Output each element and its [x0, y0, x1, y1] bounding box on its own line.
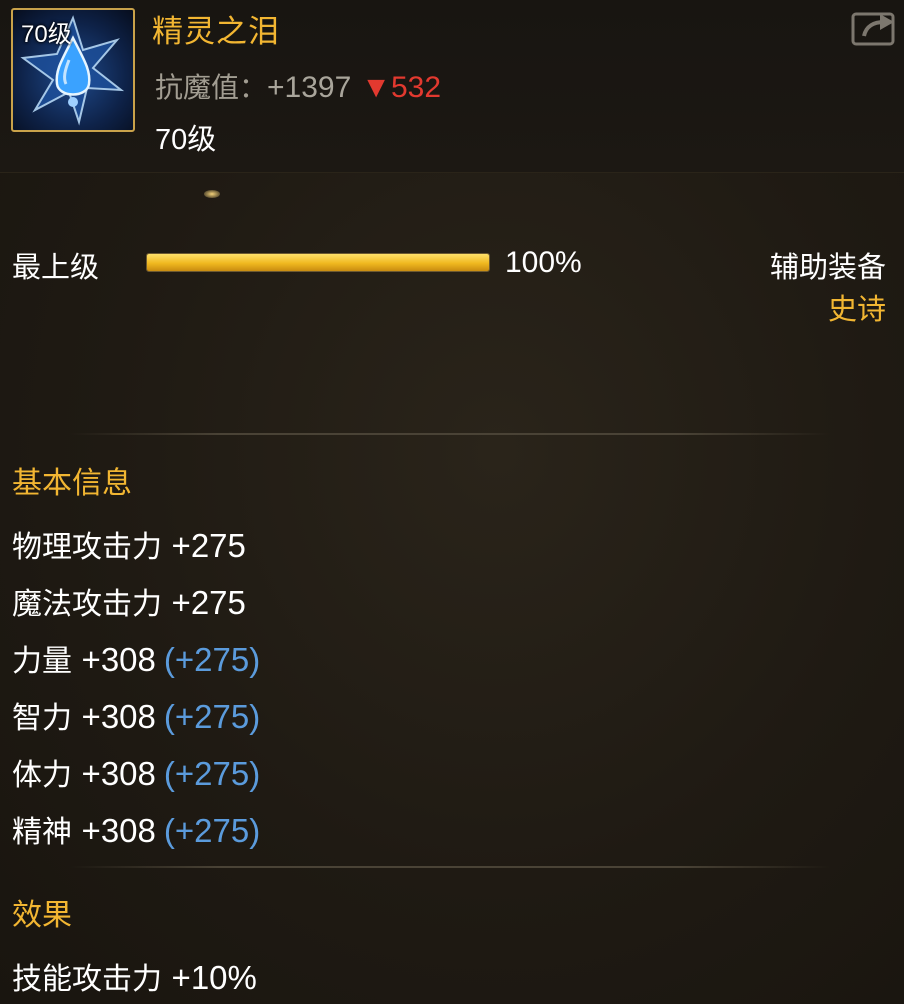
equipment-type: 辅助装备	[769, 250, 886, 284]
attribute-bonus: (+275)	[163, 698, 261, 735]
attribute-value: +308	[81, 641, 156, 678]
grade-label: 最上级	[12, 250, 100, 284]
attribute-row: 力量 +308 (+275)	[12, 636, 260, 680]
attribute-value: +308	[81, 755, 156, 792]
icon-level-badge: 70级	[21, 21, 72, 48]
item-header: 70级 精灵之泪 抗魔值：+1397 ▼532 70级	[0, 0, 904, 173]
attribute-name: 魔法攻击力	[12, 587, 162, 622]
grade-progress-fill	[147, 254, 489, 271]
grade-progress-bar	[146, 253, 490, 272]
grade-progress-percent: 100%	[505, 246, 582, 279]
attribute-name: 精神	[12, 815, 72, 850]
magic-defense-value: +1397	[267, 71, 352, 104]
item-icon-frame[interactable]: 70级	[11, 8, 135, 132]
effect-row: 技能攻击力 +10%	[12, 954, 257, 998]
attribute-bonus: (+275)	[163, 812, 261, 849]
share-icon	[851, 12, 895, 46]
attribute-row: 精神 +308 (+275)	[12, 807, 260, 851]
equipment-rarity: 史诗	[827, 292, 886, 326]
attribute-name: 物理攻击力	[12, 530, 162, 565]
attribute-row: 魔法攻击力 +275	[12, 579, 246, 623]
item-tooltip-panel: 70级 精灵之泪 抗魔值：+1397 ▼532 70级 最上级 100% 辅助装备…	[0, 0, 904, 1004]
attribute-name: 体力	[12, 758, 72, 793]
attribute-bonus: (+275)	[163, 755, 261, 792]
magic-defense-label: 抗魔值：	[155, 71, 268, 104]
attribute-row: 智力 +308 (+275)	[12, 693, 260, 737]
item-level: 70级	[155, 124, 217, 156]
attribute-name: 智力	[12, 701, 72, 736]
attribute-value: +308	[81, 812, 156, 849]
item-name: 精灵之泪	[152, 14, 280, 50]
attribute-name: 力量	[12, 644, 72, 679]
attribute-row: 体力 +308 (+275)	[12, 750, 260, 794]
attribute-value: +275	[171, 584, 246, 621]
effects-title: 效果	[12, 898, 72, 933]
attribute-bonus: (+275)	[163, 641, 261, 678]
attribute-value: +308	[81, 698, 156, 735]
attribute-value: +275	[171, 527, 246, 564]
share-button[interactable]	[850, 8, 898, 48]
basic-info-title: 基本信息	[12, 466, 132, 501]
attribute-row: 物理攻击力 +275	[12, 522, 246, 566]
effect-value: +10%	[171, 959, 257, 996]
effect-name: 技能攻击力	[12, 962, 162, 997]
decorative-glow	[204, 190, 220, 198]
section-divider	[70, 433, 830, 435]
magic-defense-row: 抗魔值：+1397 ▼532	[155, 66, 441, 106]
section-divider	[70, 866, 830, 868]
magic-defense-diff: ▼532	[361, 71, 442, 104]
